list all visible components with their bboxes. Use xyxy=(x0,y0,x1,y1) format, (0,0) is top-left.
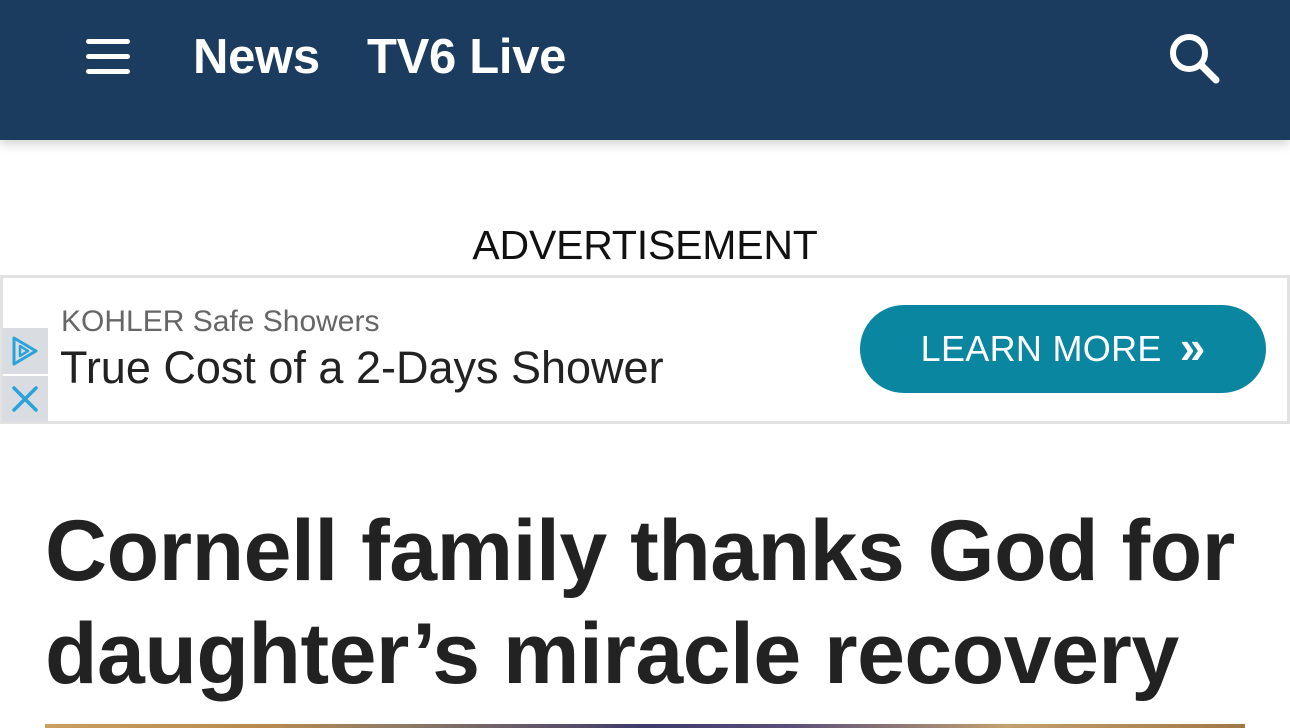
search-button[interactable] xyxy=(1164,28,1224,88)
adchoices-icon xyxy=(12,336,38,366)
top-nav-bar: News TV6 Live xyxy=(0,0,1290,140)
hamburger-menu-icon-bar xyxy=(86,53,130,59)
menu-button[interactable] xyxy=(80,30,136,82)
learn-more-label: LEARN MORE xyxy=(920,328,1162,369)
hamburger-menu-icon xyxy=(86,38,130,44)
nav-link-tv6-live[interactable]: TV6 Live xyxy=(367,30,566,84)
learn-more-button[interactable]: LEARN MORE » xyxy=(860,305,1266,393)
article-headline: Cornell family thanks God for daughter’s… xyxy=(45,503,1235,702)
ad-close-button[interactable] xyxy=(2,376,48,422)
ad-headline[interactable]: True Cost of a 2-Days Shower xyxy=(60,343,664,393)
article-hero-image[interactable] xyxy=(45,724,1245,728)
nav-link-news[interactable]: News xyxy=(193,30,320,84)
search-icon xyxy=(1170,34,1220,84)
advertisement-label: ADVERTISEMENT xyxy=(472,222,818,268)
close-icon xyxy=(12,386,38,412)
adchoices-button[interactable] xyxy=(2,328,48,374)
ad-sponsor[interactable]: KOHLER Safe Showers xyxy=(61,305,379,339)
double-chevron-right-icon: » xyxy=(1179,321,1206,373)
hamburger-menu-icon-bar xyxy=(86,68,130,74)
